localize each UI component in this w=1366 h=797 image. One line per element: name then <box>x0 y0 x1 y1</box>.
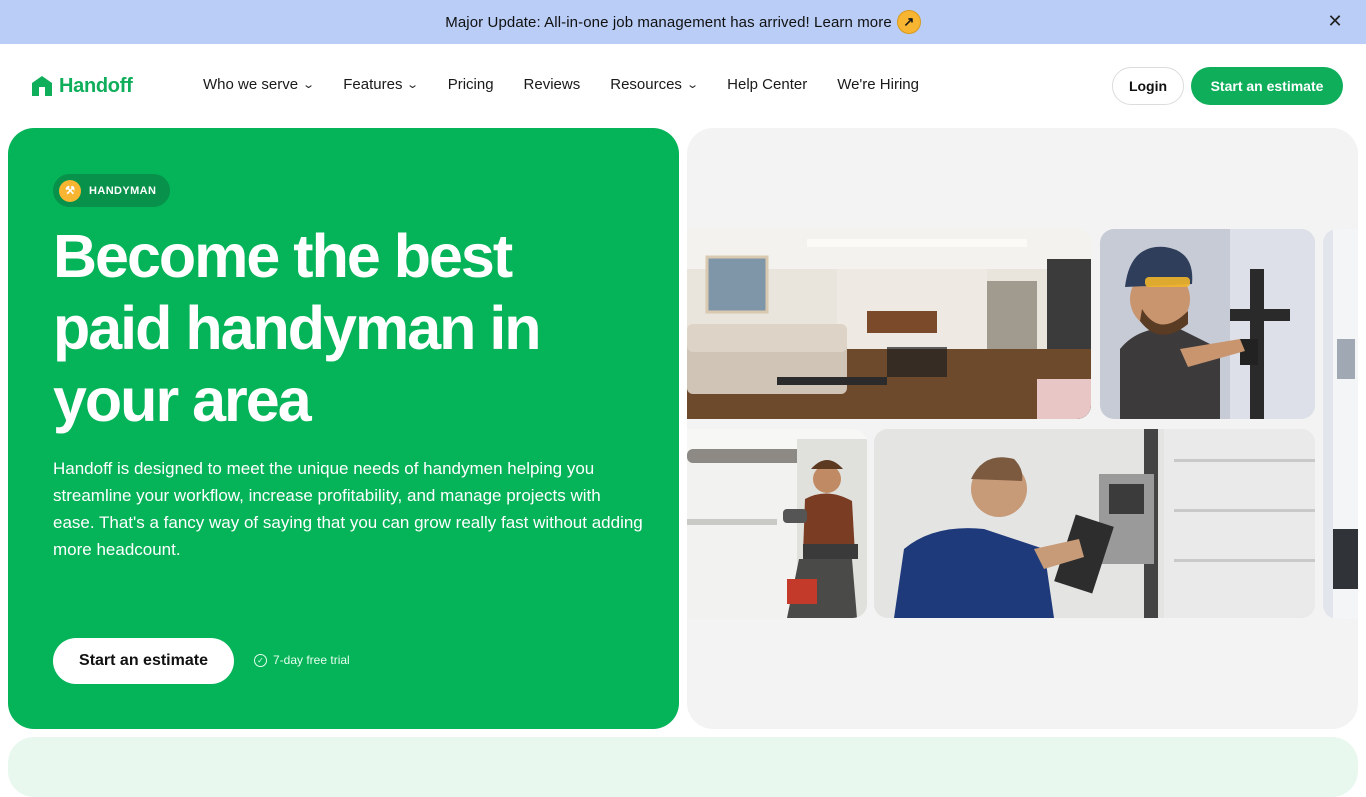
kitchen-repair-photo <box>687 429 867 618</box>
technician-clipboard-photo <box>874 429 1315 618</box>
nav-label: Who we serve <box>203 76 299 93</box>
chevron-down-icon: ⌄ <box>302 79 316 91</box>
nav-item-help-center[interactable]: Help Center <box>727 76 807 93</box>
brand-name: Handoff <box>59 74 133 97</box>
nav-label: We're Hiring <box>837 76 919 93</box>
hero-title-line: your area <box>53 366 312 434</box>
plumber-photo <box>1100 229 1315 419</box>
partial-photo <box>1323 229 1358 619</box>
site-header: Handoff Who we serve ⌄ Features ⌄ Pricin… <box>0 44 1366 128</box>
chevron-down-icon: ⌄ <box>406 79 420 91</box>
handoff-logo-icon <box>32 76 52 96</box>
start-estimate-button-header[interactable]: Start an estimate <box>1191 67 1343 105</box>
category-badge: ⚒ HANDYMAN <box>53 174 171 207</box>
main-nav: Who we serve ⌄ Features ⌄ Pricing Review… <box>203 76 949 93</box>
hero-description: Handoff is designed to meet the unique n… <box>53 459 643 559</box>
badge-label: HANDYMAN <box>89 184 157 197</box>
login-button[interactable]: Login <box>1112 67 1184 105</box>
photo-gallery <box>687 128 1358 729</box>
nav-item-pricing[interactable]: Pricing <box>448 76 494 93</box>
next-section-preview <box>8 737 1358 797</box>
close-icon[interactable]: ✕ <box>1324 10 1346 32</box>
hero-title-line: Become the best <box>53 222 513 290</box>
nav-label: Features <box>343 76 403 93</box>
arrow-up-right-icon[interactable]: ↗ <box>896 10 921 34</box>
hero-panel: ⚒ HANDYMAN Become the best paid handyman… <box>8 128 679 729</box>
start-estimate-button-hero[interactable]: Start an estimate <box>53 638 234 684</box>
nav-label: Pricing <box>447 76 494 93</box>
announcement-text[interactable]: Major Update: All-in-one job management … <box>445 14 892 31</box>
living-room-photo <box>687 229 1091 419</box>
nav-item-resources[interactable]: Resources ⌄ <box>610 76 699 93</box>
nav-item-features[interactable]: Features ⌄ <box>343 76 420 93</box>
nav-label: Help Center <box>727 76 808 93</box>
check-circle-icon: ✓ <box>254 653 267 667</box>
trial-label: 7-day free trial <box>273 653 350 667</box>
logo[interactable]: Handoff <box>30 74 133 98</box>
nav-item-who-we-serve[interactable]: Who we serve ⌄ <box>203 76 316 93</box>
hero-title: Become the best paid handyman in your ar… <box>53 220 653 436</box>
trial-note: ✓ 7-day free trial <box>254 653 350 667</box>
hammer-icon: ⚒ <box>59 179 81 202</box>
nav-item-reviews[interactable]: Reviews <box>524 76 581 93</box>
nav-item-hiring[interactable]: We're Hiring <box>837 76 919 93</box>
hero-title-line: paid handyman in <box>53 294 542 362</box>
announcement-bar: Major Update: All-in-one job management … <box>0 0 1366 44</box>
chevron-down-icon: ⌄ <box>686 79 699 91</box>
nav-label: Reviews <box>523 76 581 93</box>
nav-label: Resources <box>610 76 682 93</box>
